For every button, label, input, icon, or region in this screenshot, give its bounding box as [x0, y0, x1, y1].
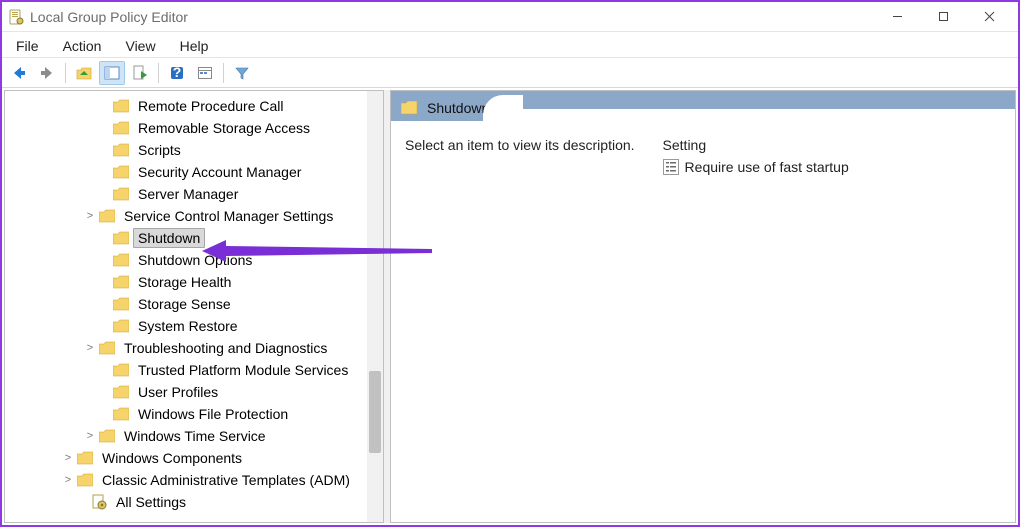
tree-item[interactable]: > Troubleshooting and Diagnostics [5, 337, 383, 359]
minimize-button[interactable] [874, 2, 920, 32]
tree-item[interactable]: Windows File Protection [5, 403, 383, 425]
tree-item[interactable]: Trusted Platform Module Services [5, 359, 383, 381]
policy-label: Require use of fast startup [685, 159, 849, 175]
tree-item-label: System Restore [133, 316, 243, 336]
tree-item-label: Removable Storage Access [133, 118, 315, 138]
tree-item[interactable]: Scripts [5, 139, 383, 161]
menu-view[interactable]: View [115, 35, 165, 57]
tree-item[interactable]: Storage Health [5, 271, 383, 293]
policy-icon [663, 159, 679, 175]
description-hint: Select an item to view its description. [405, 137, 635, 175]
tree-item[interactable]: > Service Control Manager Settings [5, 205, 383, 227]
up-button[interactable] [71, 61, 97, 85]
tree-item-label: Trusted Platform Module Services [133, 360, 353, 380]
show-hide-tree-button[interactable] [99, 61, 125, 85]
tree-item[interactable]: Remote Procedure Call [5, 95, 383, 117]
title-bar: Local Group Policy Editor [2, 2, 1018, 32]
tree-item[interactable]: > Classic Administrative Templates (ADM) [5, 469, 383, 491]
details-pane: Shutdown Select an item to view its desc… [390, 90, 1016, 523]
tree-item-label: Storage Health [133, 272, 236, 292]
column-header-setting[interactable]: Setting [663, 137, 849, 153]
expand-icon[interactable]: > [83, 342, 97, 354]
tree-item[interactable]: > Windows Time Service [5, 425, 383, 447]
tree-item-label: Windows Time Service [119, 426, 271, 446]
tree-item[interactable]: System Restore [5, 315, 383, 337]
expand-icon[interactable]: > [61, 452, 75, 464]
tree-item[interactable]: Shutdown [5, 227, 383, 249]
tree-item-label: Storage Sense [133, 294, 236, 314]
expand-icon[interactable]: > [83, 430, 97, 442]
options-button[interactable] [192, 61, 218, 85]
tree-item-label: Windows File Protection [133, 404, 293, 424]
maximize-button[interactable] [920, 2, 966, 32]
menu-action[interactable]: Action [53, 35, 112, 57]
tree-item[interactable]: User Profiles [5, 381, 383, 403]
tree-item-label: User Profiles [133, 382, 223, 402]
export-list-button[interactable] [127, 61, 153, 85]
tree-item-label: Security Account Manager [133, 162, 306, 182]
tree-item-label: All Settings [111, 492, 191, 512]
policy-item[interactable]: Require use of fast startup [663, 159, 849, 175]
tree-scrollbar[interactable] [367, 91, 383, 522]
menu-file[interactable]: File [6, 35, 49, 57]
toolbar: ? [2, 58, 1018, 88]
tree-item-label: Shutdown Options [133, 250, 257, 270]
filter-button[interactable] [229, 61, 255, 85]
tree-item-label: Classic Administrative Templates (ADM) [97, 470, 355, 490]
tree-item[interactable]: > Windows Components [5, 447, 383, 469]
tree-item-label: Remote Procedure Call [133, 96, 289, 116]
tree-pane: Remote Procedure CallRemovable Storage A… [4, 90, 384, 523]
tree-item[interactable]: Security Account Manager [5, 161, 383, 183]
tree-item-label: Troubleshooting and Diagnostics [119, 338, 332, 358]
tree-item[interactable]: All Settings [5, 491, 383, 513]
tree-item[interactable]: Shutdown Options [5, 249, 383, 271]
tree-item[interactable]: Server Manager [5, 183, 383, 205]
expand-icon[interactable]: > [61, 474, 75, 486]
back-button[interactable] [6, 61, 32, 85]
tree-item-label: Service Control Manager Settings [119, 206, 338, 226]
tree-item[interactable]: Storage Sense [5, 293, 383, 315]
window-title: Local Group Policy Editor [30, 9, 188, 25]
expand-icon[interactable]: > [83, 210, 97, 222]
tree-item-label: Scripts [133, 140, 186, 160]
tree-item-label: Shutdown [133, 228, 205, 248]
menu-help[interactable]: Help [170, 35, 219, 57]
menu-bar: File Action View Help [2, 32, 1018, 58]
svg-text:?: ? [173, 65, 182, 80]
app-icon [8, 9, 24, 25]
forward-button[interactable] [34, 61, 60, 85]
close-button[interactable] [966, 2, 1012, 32]
scrollbar-thumb[interactable] [369, 371, 381, 453]
tree-item-label: Windows Components [97, 448, 247, 468]
tree-item[interactable]: Removable Storage Access [5, 117, 383, 139]
tree-item-label: Server Manager [133, 184, 243, 204]
help-button[interactable]: ? [164, 61, 190, 85]
